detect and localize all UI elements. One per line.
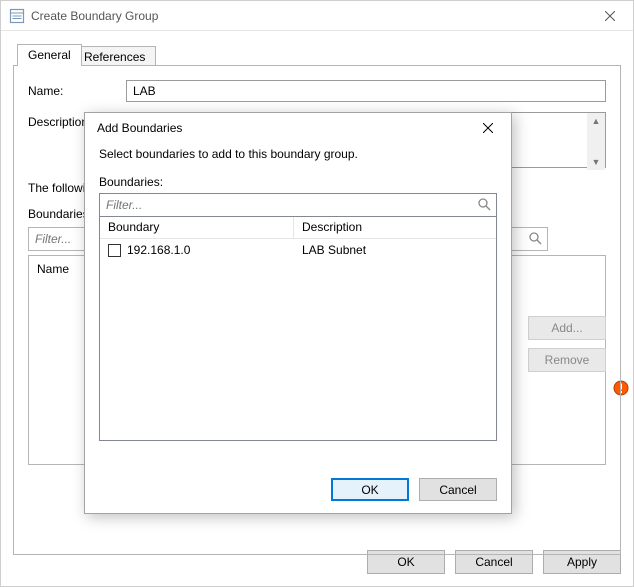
row-boundary: 192.168.1.0: [127, 243, 190, 257]
col-boundary-label: Boundary: [108, 220, 159, 234]
modal-boundaries-label: Boundaries:: [99, 175, 497, 189]
tab-strip: General References: [13, 44, 621, 66]
modal-ok-button[interactable]: OK: [331, 478, 409, 501]
modal-buttons: OK Cancel: [331, 478, 497, 501]
window-close-button[interactable]: [587, 1, 633, 31]
add-boundaries-dialog: Add Boundaries Select boundaries to add …: [84, 112, 512, 514]
modal-cancel-button[interactable]: Cancel: [419, 478, 497, 501]
col-description-label: Description: [302, 220, 362, 234]
row-checkbox[interactable]: [108, 244, 121, 257]
modal-body: Select boundaries to add to this boundar…: [85, 143, 511, 441]
description-scrollbar[interactable]: ▲ ▼: [587, 113, 605, 170]
modal-instruction: Select boundaries to add to this boundar…: [99, 147, 497, 161]
main-apply-label: Apply: [567, 555, 597, 569]
close-icon: [605, 11, 615, 21]
tab-general-label: General: [28, 48, 71, 62]
app-icon: [9, 8, 25, 24]
scroll-down-icon: ▼: [587, 154, 605, 170]
main-titlebar: Create Boundary Group: [1, 1, 633, 31]
name-input[interactable]: [126, 80, 606, 102]
search-icon[interactable]: [477, 197, 493, 213]
scroll-up-icon: ▲: [587, 113, 605, 129]
name-row: Name:: [28, 80, 606, 102]
modal-titlebar: Add Boundaries: [85, 113, 511, 143]
main-ok-label: OK: [397, 555, 414, 569]
grid-header: Boundary Description: [100, 217, 496, 239]
tab-references[interactable]: References: [73, 46, 156, 66]
boundaries-grid: Boundary Description 192.168.1.0 LAB Sub…: [99, 217, 497, 441]
tab-references-label: References: [84, 50, 145, 64]
modal-cancel-label: Cancel: [439, 483, 476, 497]
main-cancel-label: Cancel: [475, 555, 512, 569]
side-buttons: Add... Remove: [528, 316, 606, 372]
search-icon[interactable]: [528, 231, 544, 247]
modal-title: Add Boundaries: [97, 121, 182, 135]
name-label: Name:: [28, 84, 126, 98]
modal-ok-label: OK: [361, 483, 378, 497]
window-title: Create Boundary Group: [31, 9, 158, 23]
remove-button-label: Remove: [545, 353, 590, 367]
modal-filter-wrap: [99, 193, 497, 217]
add-button-label: Add...: [551, 321, 582, 335]
col-description[interactable]: Description: [294, 217, 496, 238]
col-boundary[interactable]: Boundary: [100, 217, 294, 238]
close-icon: [483, 123, 493, 133]
tab-general[interactable]: General: [17, 44, 82, 66]
add-button[interactable]: Add...: [528, 316, 606, 340]
remove-button[interactable]: Remove: [528, 348, 606, 372]
grid-row[interactable]: 192.168.1.0 LAB Subnet: [100, 239, 496, 261]
row-description: LAB Subnet: [302, 243, 488, 257]
modal-close-button[interactable]: [473, 113, 503, 143]
modal-filter-input[interactable]: [99, 193, 497, 217]
